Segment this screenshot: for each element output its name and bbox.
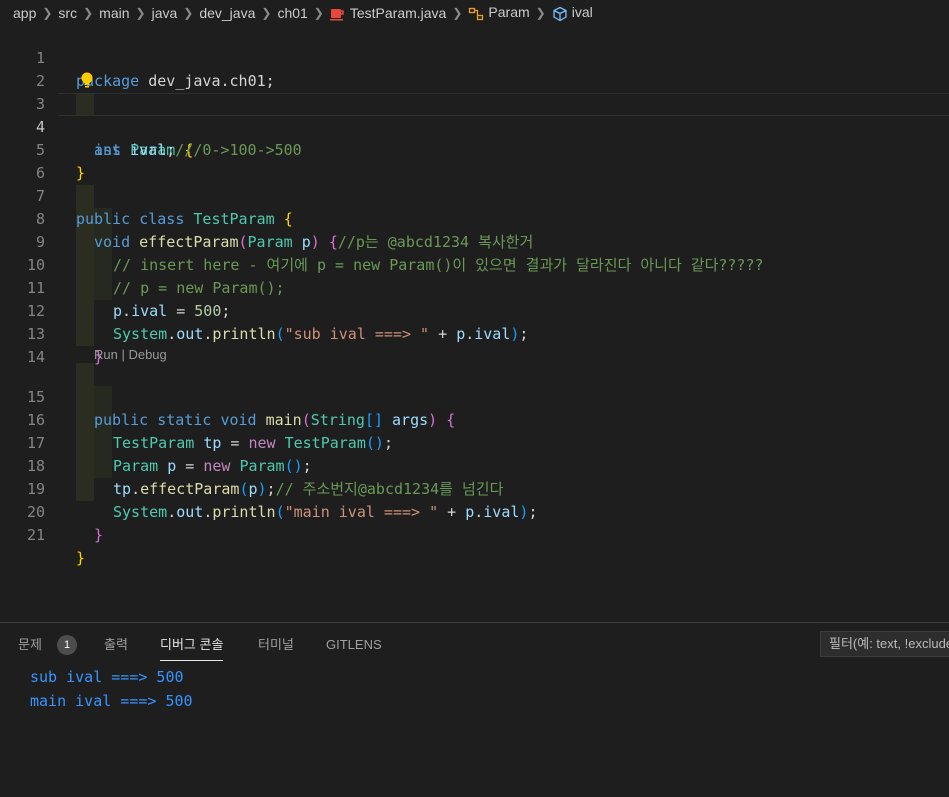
code-line: 4 int ival;///0->100->500 (0, 93, 949, 159)
chevron-right-icon: ❯ (452, 6, 463, 20)
chevron-right-icon: ❯ (535, 6, 546, 20)
code-line: 6 (0, 139, 949, 182)
code-line: 20 } (0, 478, 949, 544)
code-line: 3 ass Param { (0, 70, 949, 159)
code-line: 14 (0, 323, 949, 366)
code-line: 7 public class TestParam { (0, 162, 949, 228)
panel-tabs: 문제 1 출력 디버그 콘솔 터미널 GITLENS 필터(예: text, !… (0, 623, 949, 665)
code-editor[interactable]: 1 package dev_java.ch01; 2 3 ass Param {… (0, 24, 949, 624)
code-line: 21 } (0, 501, 949, 567)
code-line: 5 } (0, 116, 949, 182)
code-line: 8 void effectParam(Param p) {//p는 @abcd1… (0, 185, 949, 251)
breadcrumb-java[interactable]: java (152, 5, 178, 21)
field-symbol-icon (553, 6, 567, 21)
code-line: 16 TestParam tp = new TestParam(); (0, 386, 949, 452)
code-line: 19 System.out.println("main ival ===> " … (0, 455, 949, 521)
breadcrumb-file-label: TestParam.java (349, 4, 447, 21)
bottom-panel: 문제 1 출력 디버그 콘솔 터미널 GITLENS 필터(예: text, !… (0, 622, 949, 797)
code-line: 1 package dev_java.ch01; (0, 24, 949, 90)
code-line: 10 // p = new Param(); (0, 231, 949, 297)
debug-console-output: sub ival ===> 500 main ival ===> 500 (30, 665, 193, 713)
console-filter-input[interactable]: 필터(예: text, !exclude) (820, 631, 949, 657)
code-line: 13 } (0, 300, 949, 366)
tab-terminal[interactable]: 터미널 (258, 635, 294, 655)
tab-gitlens[interactable]: GITLENS (326, 635, 382, 655)
breadcrumb-main[interactable]: main (99, 5, 129, 21)
line-number: 21 (26, 526, 45, 544)
code-line: 15 public static void main(String[] args… (0, 363, 949, 429)
chevron-right-icon: ❯ (135, 6, 146, 20)
chevron-right-icon: ❯ (183, 6, 194, 20)
problems-count-badge: 1 (57, 635, 77, 655)
chevron-right-icon: ❯ (42, 6, 53, 20)
breadcrumb-ch01[interactable]: ch01 (277, 5, 307, 21)
breadcrumb-class-label: Param (488, 4, 530, 21)
chevron-right-icon: ❯ (83, 6, 94, 20)
code-text[interactable]: } (76, 547, 85, 570)
breadcrumb-file[interactable]: TestParam.java (329, 4, 447, 21)
chevron-right-icon: ❯ (261, 6, 272, 20)
breadcrumb-field[interactable]: ival (552, 4, 593, 21)
code-line: 18 tp.effectParam(p);// 주소번지@abcd1234를 넘… (0, 432, 949, 498)
run-debug-codelens[interactable]: Run | Debug (94, 345, 167, 365)
code-line: 11 p.ival = 500; (0, 254, 949, 320)
lightbulb-icon[interactable] (79, 71, 95, 91)
code-line: 12 System.out.println("sub ival ===> " +… (0, 277, 949, 343)
class-symbol-icon (469, 7, 484, 20)
chevron-right-icon: ❯ (313, 6, 324, 20)
breadcrumb-field-label: ival (571, 4, 593, 21)
breadcrumb: app ❯ src ❯ main ❯ java ❯ dev_java ❯ ch0… (0, 0, 949, 26)
breadcrumb-dev-java[interactable]: dev_java (199, 5, 255, 21)
tab-problems[interactable]: 문제 (18, 635, 42, 655)
breadcrumb-class[interactable]: Param (468, 4, 530, 21)
tab-output[interactable]: 출력 (104, 635, 128, 655)
console-line: sub ival ===> 500 (30, 668, 184, 686)
tab-debug-console[interactable]: 디버그 콘솔 (160, 635, 224, 661)
breadcrumb-app[interactable]: app (13, 5, 36, 21)
breadcrumb-src[interactable]: src (58, 5, 77, 21)
code-line: 2 (0, 47, 949, 90)
java-file-icon (329, 9, 344, 21)
console-line: main ival ===> 500 (30, 692, 193, 710)
code-line: 9 // insert here - 여기에 p = new Param()이 … (0, 208, 949, 274)
code-text[interactable]: } (94, 524, 103, 547)
code-line: 17 Param p = new Param(); (0, 409, 949, 475)
